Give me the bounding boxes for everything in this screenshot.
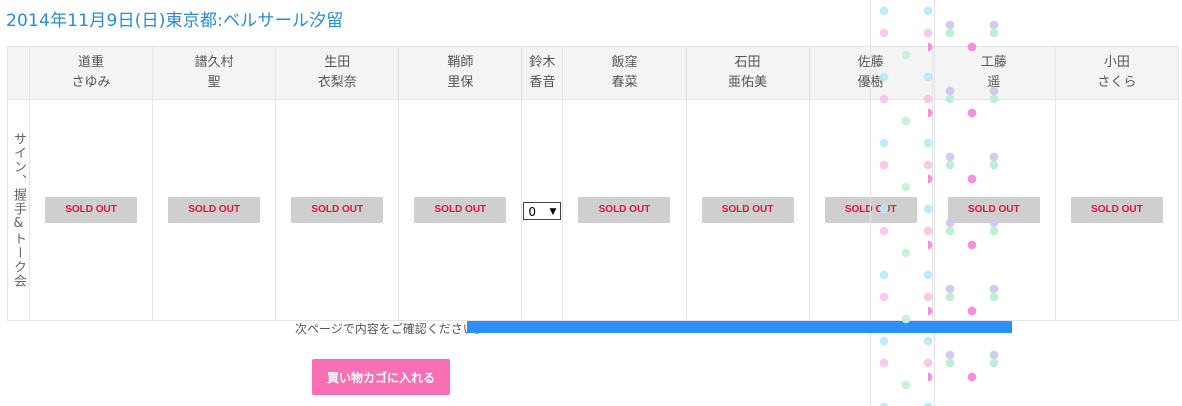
ticket-cell: 0 ▼ [521, 99, 564, 321]
sold-out-badge: SOLD OUT [947, 197, 1040, 223]
member-name-kudo: 工藤遥 [931, 46, 1056, 100]
background-stripe [934, 0, 935, 406]
ticket-cell: SOLD OUT [29, 99, 154, 321]
sold-out-badge: SOLD OUT [45, 197, 138, 223]
ticket-cell: SOLD OUT [398, 99, 523, 321]
quantity-value: 0 [528, 204, 537, 219]
ticket-cell: SOLD OUT [562, 99, 687, 321]
notice-bar [467, 321, 1012, 333]
background-stripe [870, 0, 871, 406]
ticket-cell: SOLD OUT [152, 99, 277, 321]
quantity-select[interactable]: 0 ▼ [523, 201, 562, 220]
member-name-iikubo: 飯窪 春菜 [562, 46, 687, 100]
sold-out-badge: SOLD OUT [291, 197, 384, 223]
ticket-cell: SOLD OUT [685, 99, 810, 321]
member-name-sayashi: 鞘師 里保 [398, 46, 523, 100]
sold-out-badge: SOLD OUT [701, 197, 794, 223]
ticket-table: 道重さゆみ 譜久村聖 生田衣梨奈 鞘師里保 鈴木香音 飯窪春菜 石田亜佑美 佐藤… [6, 46, 1180, 321]
member-name-ikuta: 生田 衣梨奈 [275, 46, 400, 100]
corner-cell [6, 46, 31, 100]
member-header-row: 道重さゆみ 譜久村聖 生田衣梨奈 鞘師里保 鈴木香音 飯窪春菜 石田亜佑美 佐藤… [6, 46, 1180, 100]
confirmation-notice: 次ページで内容をご確認ください。 [295, 322, 487, 336]
sold-out-badge: SOLD OUT [1070, 197, 1163, 223]
sold-out-badge: SOLD OUT [414, 197, 507, 223]
sold-out-badge: SOLD OUT [578, 197, 671, 223]
sold-out-badge: SOLD OUT [168, 197, 261, 223]
event-row: サイン、握手&トーク会 SOLD OUT SOLD OUT SOLD OUT S… [6, 99, 1180, 321]
ticket-cell: SOLD OUT [275, 99, 400, 321]
ticket-cell: SOLD OUT [1054, 99, 1180, 321]
row-label-cell: サイン、握手&トーク会 [6, 99, 31, 321]
member-name-oda: 小田 さくら [1054, 46, 1180, 100]
row-label: サイン、握手&トーク会 [11, 132, 26, 288]
member-name-suzuki: 鈴木 香音 [521, 46, 564, 100]
add-to-cart-button[interactable]: 買い物カゴに入れる [312, 359, 450, 395]
chevron-down-icon: ▼ [549, 206, 557, 217]
page-title: 2014年11月9日(日)東京都:ベルサール汐留 [6, 11, 344, 31]
member-name-ishida: 石田 亜佑美 [685, 46, 810, 100]
ticket-cell: SOLD OUT [931, 99, 1056, 321]
member-name-michishige: 道重 さゆみ [29, 46, 154, 100]
member-name-fukumura: 譜久村聖 [152, 46, 277, 100]
